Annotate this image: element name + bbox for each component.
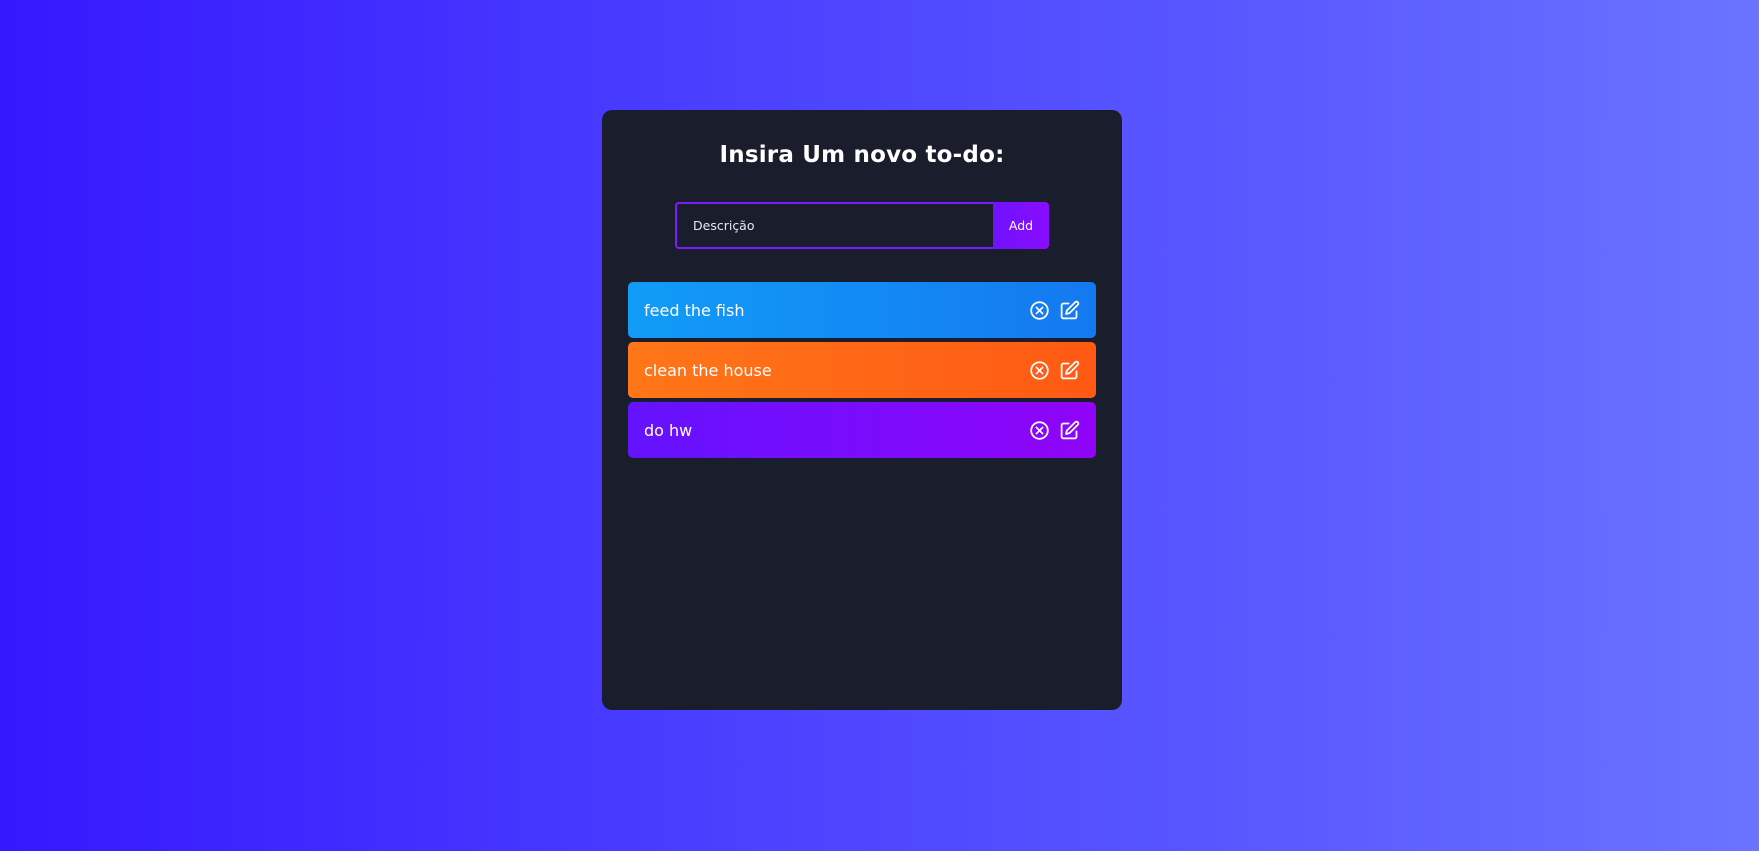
todo-actions bbox=[1029, 420, 1080, 441]
todo-item: feed the fish bbox=[628, 282, 1096, 338]
todo-form: Add bbox=[675, 202, 1049, 249]
todo-item: clean the house bbox=[628, 342, 1096, 398]
add-button[interactable]: Add bbox=[993, 202, 1049, 249]
todo-text: feed the fish bbox=[644, 300, 745, 320]
delete-icon[interactable] bbox=[1029, 420, 1050, 441]
todo-actions bbox=[1029, 360, 1080, 381]
description-input[interactable] bbox=[675, 202, 993, 249]
todo-item: do hw bbox=[628, 402, 1096, 458]
todo-text: clean the house bbox=[644, 360, 772, 380]
edit-icon[interactable] bbox=[1059, 420, 1080, 441]
todo-actions bbox=[1029, 300, 1080, 321]
edit-icon[interactable] bbox=[1059, 360, 1080, 381]
delete-icon[interactable] bbox=[1029, 360, 1050, 381]
todo-text: do hw bbox=[644, 420, 693, 440]
page-title: Insira Um novo to-do: bbox=[719, 142, 1005, 168]
edit-icon[interactable] bbox=[1059, 300, 1080, 321]
todo-card: Insira Um novo to-do: Add feed the fish bbox=[602, 110, 1122, 710]
delete-icon[interactable] bbox=[1029, 300, 1050, 321]
todo-list: feed the fish clean the house do hw bbox=[628, 282, 1096, 462]
